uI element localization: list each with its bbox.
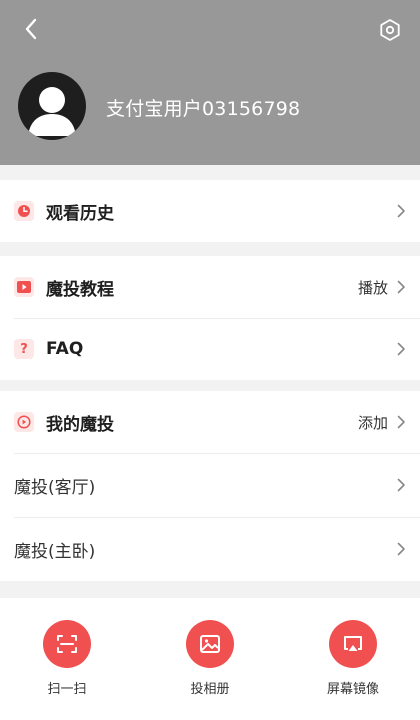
row-device-master-bedroom[interactable]: 魔投(主卧) bbox=[0, 517, 420, 581]
profile-header: 支付宝用户03156798 bbox=[0, 0, 420, 165]
cast-album-label: 投相册 bbox=[190, 682, 230, 697]
add-action[interactable]: 添加 bbox=[358, 412, 388, 433]
username: 支付宝用户03156798 bbox=[106, 98, 301, 120]
chevron-right-icon bbox=[397, 204, 405, 218]
scan-icon bbox=[43, 620, 91, 668]
cast-album-button[interactable]: 投相册 bbox=[155, 620, 265, 697]
bottom-action-bar: 扫一扫 投相册 屏幕镜像 bbox=[0, 598, 420, 720]
row-watch-history[interactable]: 观看历史 bbox=[0, 180, 420, 242]
settings-button[interactable] bbox=[374, 14, 406, 46]
screen-mirror-button[interactable]: 屏幕镜像 bbox=[298, 620, 408, 697]
row-label: 魔投教程 bbox=[46, 279, 114, 300]
cast-circle-icon bbox=[14, 412, 34, 432]
chevron-right-icon bbox=[397, 478, 405, 492]
row-label: FAQ bbox=[46, 339, 84, 359]
row-label: 魔投(主卧) bbox=[14, 541, 96, 562]
play-action[interactable]: 播放 bbox=[358, 277, 388, 298]
row-label: 魔投(客厅) bbox=[14, 477, 96, 498]
photo-album-icon bbox=[186, 620, 234, 668]
scan-label: 扫一扫 bbox=[47, 682, 87, 697]
avatar[interactable] bbox=[18, 72, 86, 140]
chevron-right-icon bbox=[397, 415, 405, 429]
row-label: 观看历史 bbox=[46, 203, 114, 224]
chevron-left-icon bbox=[25, 18, 37, 40]
chevron-right-icon bbox=[397, 342, 405, 356]
scan-button[interactable]: 扫一扫 bbox=[12, 620, 122, 697]
default-user-icon bbox=[28, 87, 76, 136]
screen-mirror-icon bbox=[329, 620, 377, 668]
back-button[interactable] bbox=[16, 14, 46, 44]
clock-icon bbox=[14, 201, 34, 221]
hexagon-settings-icon bbox=[380, 19, 400, 41]
question-icon: ? bbox=[14, 339, 34, 359]
screen-mirror-label: 屏幕镜像 bbox=[326, 682, 379, 697]
row-device-living-room[interactable]: 魔投(客厅) bbox=[0, 453, 420, 517]
chevron-right-icon bbox=[397, 280, 405, 294]
play-icon bbox=[14, 277, 34, 297]
row-label: 我的魔投 bbox=[46, 414, 114, 435]
history-group: 观看历史 bbox=[0, 180, 420, 242]
row-tutorial[interactable]: 魔投教程 播放 bbox=[0, 256, 420, 318]
row-faq[interactable]: ? FAQ bbox=[0, 318, 420, 380]
chevron-right-icon bbox=[397, 542, 405, 556]
help-group: 魔投教程 播放 ? FAQ bbox=[0, 256, 420, 380]
devices-group: 我的魔投 添加 魔投(客厅) 魔投(主卧) bbox=[0, 391, 420, 581]
row-my-devices[interactable]: 我的魔投 添加 bbox=[0, 391, 420, 453]
